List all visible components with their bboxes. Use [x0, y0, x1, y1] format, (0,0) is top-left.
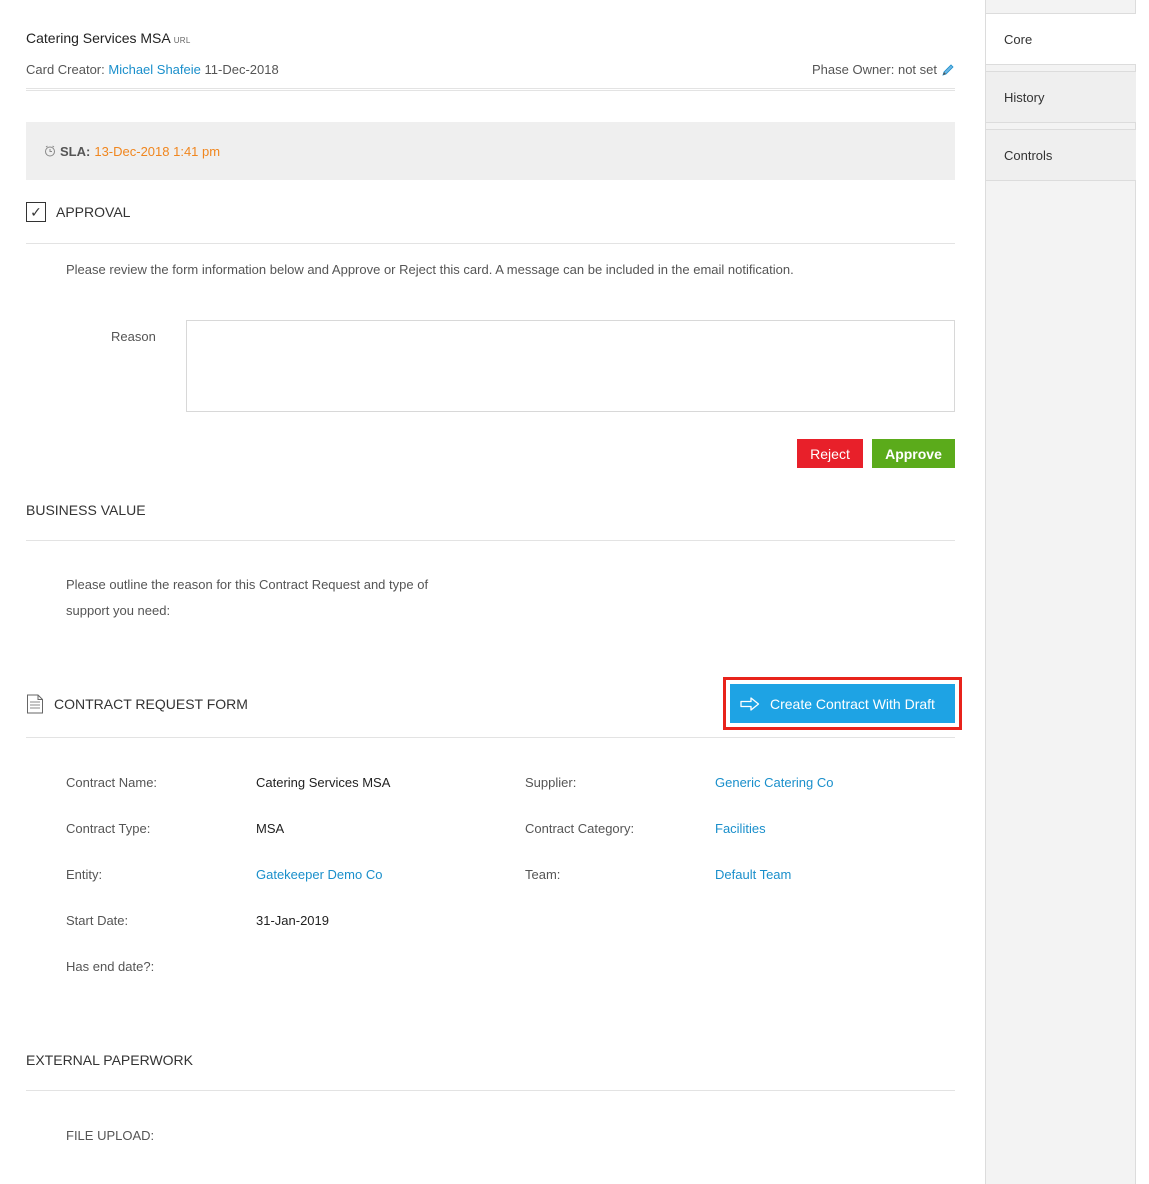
phase-owner-text: Phase Owner: not set [811, 62, 937, 77]
header-divider [26, 88, 955, 91]
reject-button[interactable]: Reject [797, 439, 863, 468]
card-title-text: Catering Services MSA [26, 30, 171, 46]
supplier-link[interactable]: Generic Catering Co [715, 775, 834, 790]
business-value-divider [26, 540, 955, 541]
contract-form-heading: CONTRACT REQUEST FORM [26, 694, 248, 714]
reason-label: Reason [111, 329, 156, 344]
supplier-label: Supplier: [525, 775, 577, 790]
tab-core[interactable]: Core [986, 13, 1136, 65]
clock-icon [44, 145, 56, 157]
business-value-line2: support you need: [66, 603, 171, 618]
approval-heading: ✓ APPROVAL [26, 202, 130, 222]
contract-type-label: Contract Type: [66, 821, 151, 836]
sla-label: SLA: [60, 143, 91, 159]
card-title: Catering Services MSA URL [26, 30, 191, 46]
scrollbar[interactable] [1136, 0, 1149, 1184]
arrow-right-icon [740, 696, 760, 711]
approval-divider [26, 243, 955, 244]
contract-name-label: Contract Name: [66, 775, 158, 790]
external-paperwork-heading: EXTERNAL PAPERWORK [26, 1052, 194, 1068]
created-date: 11-Dec-2018 [204, 62, 279, 77]
tab-history-label: History [1004, 89, 1045, 105]
phase-owner: Phase Owner: not set [812, 62, 955, 77]
business-value-description: Please outline the reason for this Contr… [66, 572, 428, 624]
team-label: Team: [525, 867, 561, 882]
team-link[interactable]: Default Team [715, 867, 791, 882]
document-icon [26, 694, 44, 714]
card-main: Catering Services MSA URL Card Creator: M… [26, 0, 962, 1184]
business-value-heading: BUSINESS VALUE [26, 502, 146, 518]
contract-name-value: Catering Services MSA [256, 775, 391, 790]
entity-label: Entity: [66, 867, 103, 882]
draft-button-highlight: Create Contract With Draft [723, 677, 962, 730]
has-end-date-label: Has end date?: [66, 959, 155, 974]
sla-box: SLA: 13-Dec-2018 1:41 pm [26, 122, 955, 180]
business-value-line1: Please outline the reason for this Contr… [66, 577, 429, 592]
url-link[interactable]: URL [174, 36, 191, 45]
reason-input[interactable] [186, 320, 955, 412]
draft-button-label: Create Contract With Draft [770, 695, 935, 712]
contract-category-label: Contract Category: [525, 821, 635, 836]
contract-category-link[interactable]: Facilities [715, 821, 766, 836]
card-creator: Card Creator: Michael Shafeie 11-Dec-201… [26, 62, 279, 77]
sla-value: 13-Dec-2018 1:41 pm [94, 143, 221, 159]
sidebar-tabs: Core History Controls [985, 0, 1136, 1184]
external-paperwork-divider [26, 1090, 955, 1091]
approval-heading-text: APPROVAL [56, 204, 131, 220]
creator-link[interactable]: Michael Shafeie [108, 62, 201, 77]
contract-form-heading-text: CONTRACT REQUEST FORM [54, 696, 248, 712]
start-date-label: Start Date: [66, 913, 129, 928]
tab-controls-label: Controls [1004, 147, 1053, 163]
entity-link[interactable]: Gatekeeper Demo Co [256, 867, 382, 882]
tab-history[interactable]: History [986, 71, 1136, 123]
file-upload-label: FILE UPLOAD: [66, 1128, 155, 1143]
start-date-value: 31-Jan-2019 [256, 913, 329, 928]
approve-button[interactable]: Approve [872, 439, 955, 468]
contract-form-divider [26, 737, 955, 738]
checkbox-icon: ✓ [26, 202, 46, 222]
create-contract-draft-button[interactable]: Create Contract With Draft [730, 684, 955, 723]
tab-core-label: Core [1004, 31, 1033, 47]
contract-type-value: MSA [256, 821, 285, 836]
approval-description: Please review the form information below… [66, 262, 794, 277]
creator-prefix: Card Creator: [26, 62, 105, 77]
tab-controls[interactable]: Controls [986, 129, 1136, 181]
pencil-icon[interactable] [941, 63, 955, 77]
